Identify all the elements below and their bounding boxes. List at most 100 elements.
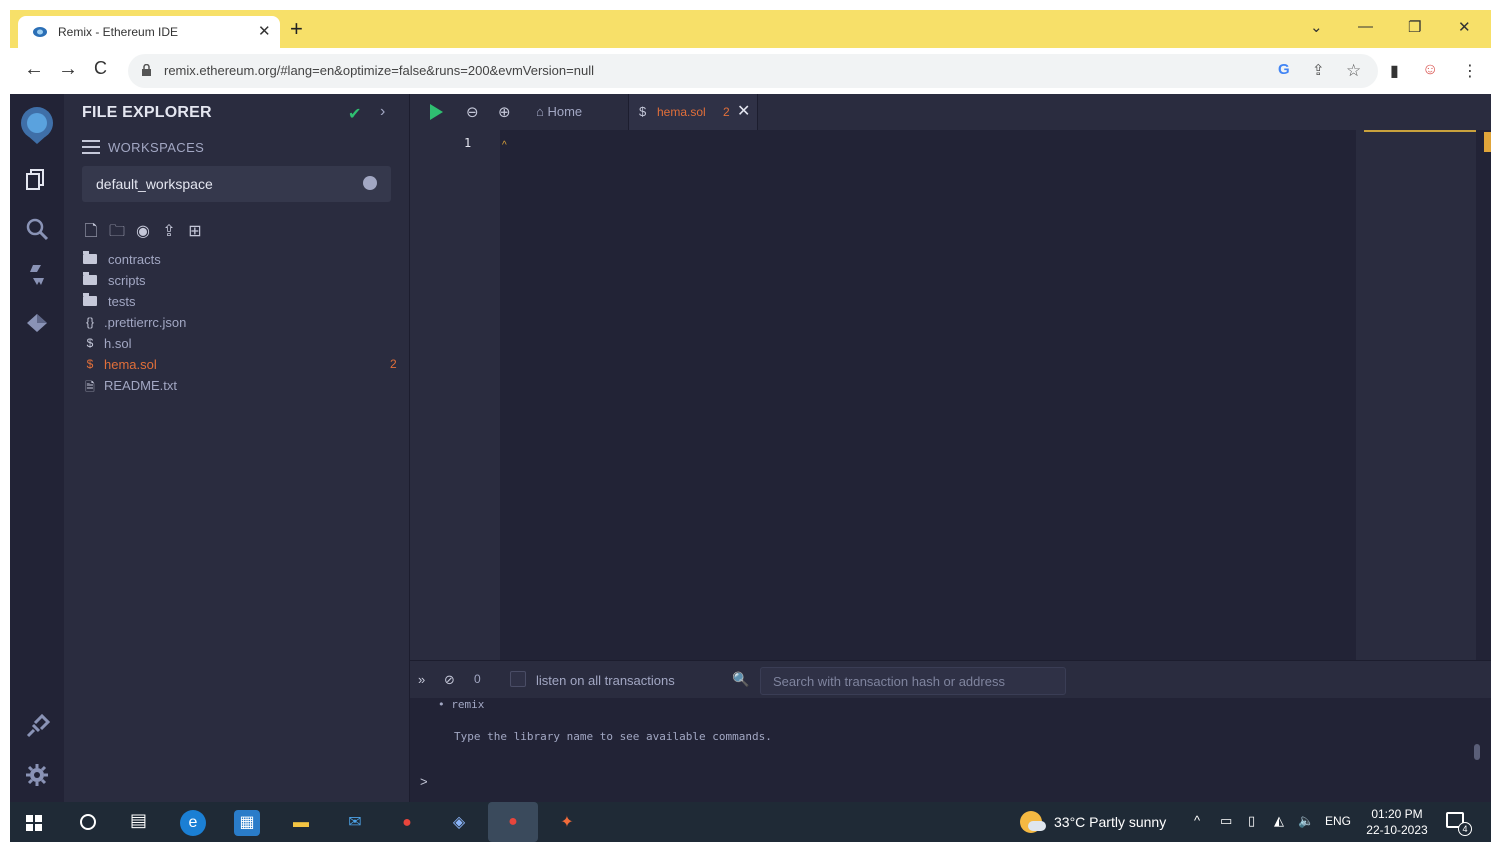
workspaces-header[interactable]: WORKSPACES (82, 140, 204, 155)
file-explorer-icon[interactable] (24, 166, 50, 192)
minimap[interactable] (1356, 130, 1476, 660)
weather-text[interactable]: 33°C Partly sunny (1054, 814, 1166, 830)
verified-check-icon: ✔ (348, 106, 362, 123)
solidity-file-icon: $ (86, 357, 94, 371)
tree-item-label: README.txt (104, 378, 177, 393)
transaction-search-input[interactable] (760, 667, 1066, 695)
upload-folder-icon[interactable]: ⊞ (186, 221, 204, 240)
volume-icon[interactable]: 🔈 (1298, 813, 1314, 829)
zoom-out-icon[interactable]: ⊖ (466, 103, 479, 121)
tree-item-hema-sol[interactable]: $ hema.sol 2 (82, 355, 402, 376)
tree-item-readme[interactable]: 🗎 README.txt (82, 376, 402, 397)
tray-chevron-icon[interactable]: ^ (1194, 813, 1200, 828)
settings-gear-icon[interactable] (24, 762, 50, 788)
bookmark-star-icon[interactable]: ☆ (1346, 61, 1361, 81)
clock[interactable]: 01:20 PM 22-10-2023 (1362, 806, 1432, 838)
collapse-panel-icon[interactable]: › (380, 103, 385, 121)
solidity-file-icon: $ (86, 336, 94, 350)
back-icon[interactable]: ← (24, 58, 44, 81)
tree-item-h-sol[interactable]: $ h.sol (82, 334, 402, 355)
code-area[interactable]: ^ (500, 130, 1356, 660)
error-count-badge: 2 (390, 357, 397, 371)
panel-title: FILE EXPLORER (82, 104, 212, 121)
file-tree: contracts scripts tests {} .prettierrc.j… (82, 250, 402, 397)
task-view-icon[interactable]: ▤ (130, 810, 147, 831)
file-actions-toolbar: 🗋 🗀 ◉ ⇪ ⊞ (82, 220, 212, 242)
windows-start-icon[interactable] (26, 815, 42, 831)
side-panel-icon[interactable]: ▮ (1390, 61, 1399, 81)
file-explorer-taskbar-icon[interactable]: ▬ (288, 810, 314, 836)
tab-home[interactable]: ⌂ Home (536, 104, 582, 119)
share-icon[interactable]: ⇪ (1312, 61, 1325, 79)
clear-terminal-icon[interactable]: ⊘ (444, 672, 455, 688)
run-play-icon[interactable] (430, 104, 443, 120)
tree-item-scripts[interactable]: scripts (82, 271, 402, 292)
terminal-toolbar: » ⊘ 0 listen on all transactions 🔍 (410, 660, 1491, 698)
taskbar-search-icon[interactable] (80, 814, 96, 830)
error-marker: ^ (502, 140, 507, 151)
tab-close-icon[interactable]: ✕ (258, 22, 271, 40)
weather-icon[interactable] (1020, 811, 1046, 833)
close-tab-icon[interactable]: ✕ (737, 101, 750, 121)
folder-icon (83, 293, 97, 306)
battery-icon[interactable]: ▭ (1220, 813, 1232, 829)
restore-icon[interactable]: ❐ (1408, 18, 1421, 36)
plugin-manager-icon[interactable] (24, 714, 50, 740)
terminal-scrollbar[interactable] (1474, 744, 1480, 760)
home-icon: ⌂ (536, 104, 544, 119)
new-file-icon[interactable]: 🗋 (82, 220, 100, 240)
forward-icon[interactable]: → (58, 58, 78, 81)
listen-all-checkbox[interactable] (510, 671, 526, 687)
listen-all-label: listen on all transactions (536, 673, 675, 688)
tab-search-icon[interactable]: ⌄ (1310, 18, 1323, 36)
zoom-in-icon[interactable]: ⊕ (498, 103, 511, 121)
store-icon[interactable]: ▦ (234, 810, 260, 836)
deploy-run-icon[interactable] (24, 310, 50, 336)
chrome-active-icon[interactable]: ● (488, 802, 538, 842)
close-window-icon[interactable]: ✕ (1458, 18, 1471, 36)
tree-item-tests[interactable]: tests (82, 292, 402, 313)
language-indicator[interactable]: ENG (1325, 814, 1351, 828)
browser-tab-remix[interactable]: Remix - Ethereum IDE ✕ (18, 16, 280, 48)
notification-count-badge: 4 (1458, 822, 1472, 836)
terminal-prompt[interactable]: > (420, 774, 428, 789)
code-editor[interactable]: 1 ^ (410, 130, 1491, 660)
address-bar[interactable]: remix.ethereum.org/#lang=en&optimize=fal… (128, 54, 1378, 88)
tree-item-contracts[interactable]: contracts (82, 250, 402, 271)
google-icon[interactable]: G (1278, 61, 1290, 78)
remix-ide: FILE EXPLORER ✔ › WORKSPACES default_wor… (10, 94, 1491, 802)
search-icon[interactable] (24, 216, 50, 242)
terminal-output[interactable]: • remix Type the library name to see ava… (410, 698, 1491, 802)
hamburger-menu-icon[interactable] (82, 140, 100, 154)
tree-item-label: scripts (108, 273, 146, 288)
mail-icon[interactable]: ✉ (342, 810, 368, 836)
tree-item-label: contracts (108, 252, 161, 267)
display-icon[interactable]: ▯ (1248, 813, 1255, 829)
browser-menu-icon[interactable]: ⋮ (1462, 61, 1478, 81)
minimize-icon[interactable]: — (1358, 18, 1373, 35)
workspace-select[interactable]: default_workspace (82, 166, 391, 202)
app-icon[interactable]: ✦ (554, 810, 580, 836)
app-icon[interactable]: ◈ (446, 810, 472, 836)
collapse-terminal-icon[interactable]: » (418, 672, 425, 687)
chrome-icon[interactable]: ● (394, 810, 420, 836)
browser-tab-title: Remix - Ethereum IDE (58, 25, 179, 39)
solidity-file-icon: $ (639, 104, 647, 119)
upload-icon[interactable]: ⇪ (160, 221, 178, 240)
tab-hema-sol[interactable]: $ hema.sol 2 ✕ (628, 94, 758, 130)
solidity-compiler-icon[interactable] (24, 262, 50, 288)
scrollbar-marker[interactable] (1484, 132, 1491, 152)
lock-icon (142, 64, 151, 76)
github-icon[interactable]: ◉ (134, 221, 152, 240)
remix-logo-icon[interactable] (16, 104, 58, 146)
tree-item-prettierrc[interactable]: {} .prettierrc.json (82, 313, 402, 334)
edge-icon[interactable]: e (180, 810, 206, 836)
profile-icon[interactable]: ☺ (1422, 61, 1438, 79)
editor-tabs-bar: ⊖ ⊕ ⌂ Home $ hema.sol 2 ✕ (410, 94, 1491, 130)
new-folder-icon[interactable]: 🗀 (108, 220, 126, 240)
reload-icon[interactable]: C (94, 58, 107, 79)
new-tab-button[interactable]: + (290, 16, 303, 42)
wifi-icon[interactable]: ◭ (1274, 813, 1284, 829)
text-file-icon: 🗎 (85, 380, 95, 394)
windows-taskbar: ▤ e ▦ ▬ ✉ ● ◈ ● ✦ 33°C Partly sunny ^ ▭ … (10, 802, 1491, 842)
